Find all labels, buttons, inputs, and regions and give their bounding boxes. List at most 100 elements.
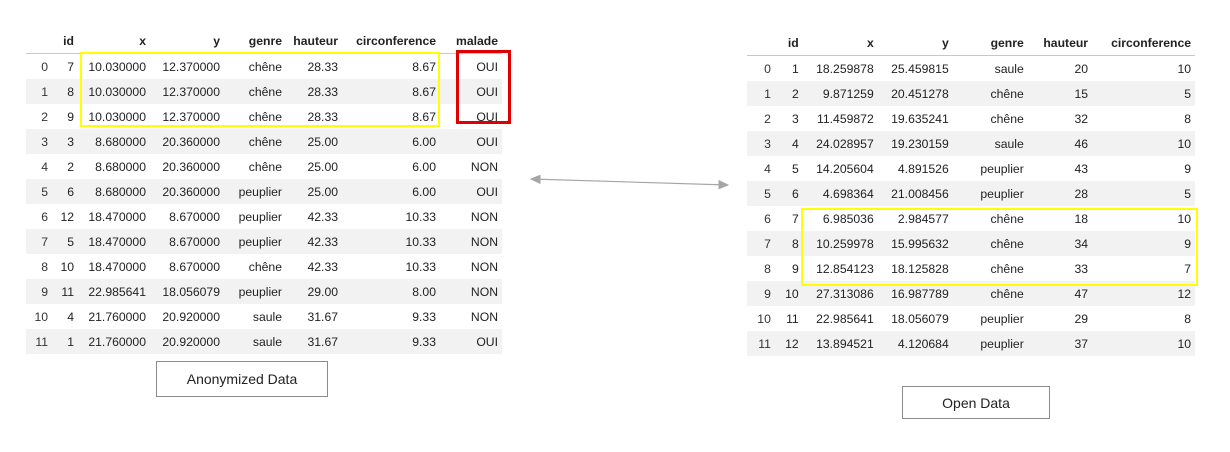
cell-x: 22.985641 (816, 311, 874, 326)
cell-circonference: 10 (1092, 331, 1195, 356)
cell-y: 18.125828 (891, 261, 949, 276)
row-index: 1 (747, 81, 775, 106)
cell-hauteur: 47 (1027, 281, 1093, 306)
cell-id: 5 (791, 161, 799, 176)
row-index: 10 (757, 311, 771, 326)
cell-y: 19.635241 (891, 111, 949, 126)
table-row: 11 12 13.894521 4.120684 peuplier 37 10 (747, 331, 1195, 356)
cell-genre: saule (952, 131, 1028, 156)
cell-y: 16.987789 (877, 281, 953, 306)
cell-x: 24.028957 (802, 131, 878, 156)
open-data-table: id x y genre hauteur circonference 0 1 18.25987… (747, 30, 1195, 356)
cell-id: 12 (774, 331, 803, 356)
cell-id: 11 (786, 311, 799, 326)
cell-circonference: 8 (1184, 311, 1191, 326)
row-index: 7 (747, 231, 775, 256)
table-row: 4 5 14.205604 4.891526 peuplier 43 9 (747, 156, 1195, 181)
open-data-caption: Open Data (902, 386, 1050, 419)
cell-x: 13.894521 (802, 331, 878, 356)
cell-circonference: 5 (1092, 181, 1195, 206)
column-header-id: id (774, 30, 803, 56)
cell-genre: chêne (990, 211, 1024, 226)
table-row: 9 10 27.313086 16.987789 chêne 47 12 (747, 281, 1195, 306)
cell-genre: chêne (952, 231, 1028, 256)
table-row: 1 2 9.871259 20.451278 chêne 15 5 (747, 81, 1195, 106)
cell-genre: chêne (952, 81, 1028, 106)
cell-circonference: 7 (1184, 261, 1191, 276)
table-row: 10 11 22.985641 18.056079 peuplier 29 8 (747, 306, 1195, 331)
cell-y: 4.120684 (877, 331, 953, 356)
cell-circonference: 9 (1184, 161, 1191, 176)
cell-id: 10 (774, 281, 803, 306)
cell-y: 4.891526 (897, 161, 949, 176)
cell-hauteur: 43 (1074, 161, 1089, 176)
cell-id: 8 (774, 231, 803, 256)
cell-hauteur: 29 (1074, 311, 1089, 326)
row-index: 11 (747, 331, 775, 356)
row-index: 6 (764, 211, 771, 226)
cell-hauteur: 34 (1027, 231, 1093, 256)
cell-circonference: 5 (1092, 81, 1195, 106)
index-header (747, 30, 775, 56)
column-header-y: y (877, 30, 953, 56)
cell-x: 6.985036 (822, 211, 874, 226)
cell-circonference: 10 (1092, 131, 1195, 156)
cell-hauteur: 18 (1074, 211, 1089, 226)
cell-genre: chêne (990, 261, 1024, 276)
table-row: 2 3 11.459872 19.635241 chêne 32 8 (747, 106, 1195, 131)
row-index: 5 (747, 181, 775, 206)
cell-genre: peuplier (980, 161, 1024, 176)
cell-genre: peuplier (952, 331, 1028, 356)
cell-genre: chêne (990, 111, 1024, 126)
cell-circonference: 10 (1177, 61, 1191, 76)
row-index: 0 (764, 61, 771, 76)
cell-id: 9 (791, 261, 799, 276)
column-header-genre: genre (952, 30, 1028, 56)
cell-x: 18.259878 (816, 61, 874, 76)
cell-id: 2 (774, 81, 803, 106)
cell-y: 15.995632 (877, 231, 953, 256)
cell-id: 4 (774, 131, 803, 156)
cell-x: 12.854123 (816, 261, 874, 276)
cell-hauteur: 37 (1027, 331, 1093, 356)
cell-id: 7 (791, 211, 799, 226)
cell-x: 4.698364 (802, 181, 878, 206)
table-row: 5 6 4.698364 21.008456 peuplier 28 5 (747, 181, 1195, 206)
row-index: 3 (747, 131, 775, 156)
table-row: 3 4 24.028957 19.230159 saule 46 10 (747, 131, 1195, 156)
cell-y: 25.459815 (891, 61, 949, 76)
cell-id: 1 (791, 61, 799, 76)
cell-circonference: 9 (1092, 231, 1195, 256)
cell-x: 14.205604 (816, 161, 874, 176)
cell-y: 18.056079 (891, 311, 949, 326)
cell-hauteur: 28 (1027, 181, 1093, 206)
cell-circonference: 10 (1177, 211, 1191, 226)
cell-y: 21.008456 (877, 181, 953, 206)
cell-x: 10.259978 (802, 231, 878, 256)
cell-y: 20.451278 (877, 81, 953, 106)
cell-id: 3 (791, 111, 799, 126)
row-index: 2 (764, 111, 771, 126)
cell-x: 27.313086 (802, 281, 878, 306)
table-header-row: id x y genre hauteur circonference (747, 30, 1195, 56)
cell-genre: saule (994, 61, 1024, 76)
column-header-x: x (802, 30, 878, 56)
cell-genre: peuplier (980, 311, 1024, 326)
cell-y: 19.230159 (877, 131, 953, 156)
column-header-circonference: circonference (1092, 30, 1195, 56)
cell-id: 6 (774, 181, 803, 206)
cell-hauteur: 20 (1074, 61, 1089, 76)
cell-hauteur: 46 (1027, 131, 1093, 156)
cell-y: 2.984577 (897, 211, 949, 226)
cell-genre: chêne (952, 281, 1028, 306)
row-index: 4 (764, 161, 771, 176)
cell-hauteur: 33 (1074, 261, 1089, 276)
row-index: 9 (747, 281, 775, 306)
cell-hauteur: 15 (1027, 81, 1093, 106)
cell-circonference: 12 (1092, 281, 1195, 306)
row-index: 8 (764, 261, 771, 276)
cell-circonference: 8 (1184, 111, 1191, 126)
table-row: 6 7 6.985036 2.984577 chêne 18 10 (747, 206, 1195, 231)
table-row: 8 9 12.854123 18.125828 chêne 33 7 (747, 256, 1195, 281)
cell-x: 9.871259 (802, 81, 878, 106)
